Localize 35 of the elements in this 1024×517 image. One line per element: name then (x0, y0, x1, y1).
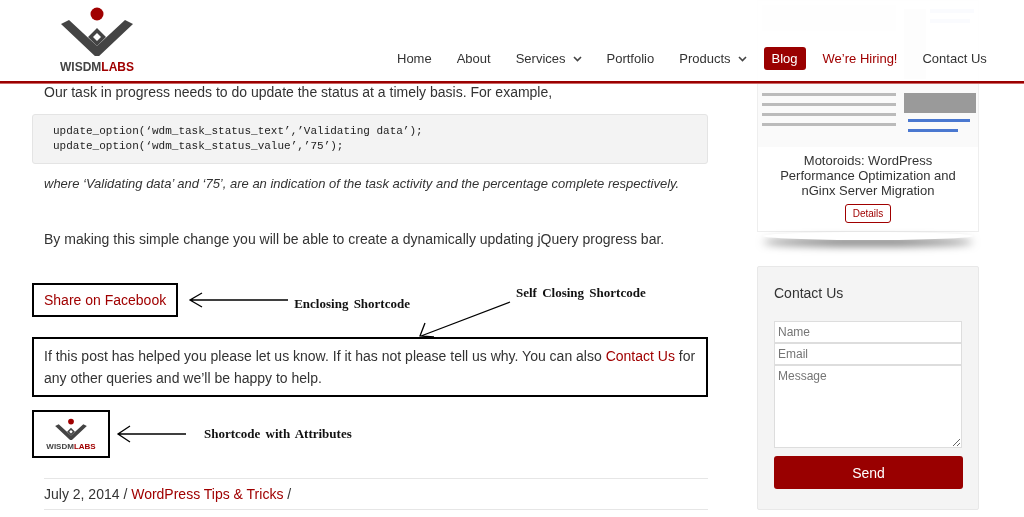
logo-wordmark: WISDMLABS (60, 60, 134, 74)
paragraph-text: If this post has helped you please let us know. If it has not please tell us why. You can also Contact Us for any other queries and we’ll be happy to help. (44, 347, 696, 388)
nav-link[interactable]: Blog (763, 47, 806, 70)
message-field[interactable]: Message (774, 365, 962, 448)
chevron-icon (572, 55, 582, 62)
arrow-icon (116, 425, 186, 443)
input-field[interactable]: Name (774, 321, 962, 343)
send-button[interactable]: Send (774, 456, 963, 489)
nav-link[interactable]: About (448, 47, 499, 70)
annotation-label: Enclosing Shortcode (294, 296, 410, 312)
paragraph-text: By making this simple change you will be able to create a dynamically updating jQuery progress bar. (44, 231, 666, 247)
nav-link[interactable]: Products (671, 47, 755, 70)
details-button[interactable]: Details (844, 204, 892, 223)
contact-link[interactable]: Contact Us (605, 348, 675, 364)
nav-link[interactable]: Services (507, 47, 590, 70)
paragraph-text: Our task in progress needs to do update the status at a timely basis. For example, (44, 84, 554, 100)
card-title: Motoroids: WordPress Performance Optimization and nGinx Server Migration (779, 153, 957, 198)
post-meta: July 2, 2014 / WordPress Tips & Tricks / (44, 486, 293, 502)
nav-link[interactable]: Contact Us (914, 47, 995, 70)
nav-link[interactable]: Home (389, 47, 440, 70)
logo-icon (59, 6, 135, 56)
logo-wordmark: WISDMLABS (46, 441, 96, 451)
nav-link[interactable]: We’re Hiring! (814, 47, 906, 70)
annotation-label: Shortcode with Attributes (204, 426, 352, 442)
code-block: update_option(‘wdm_task_status_text’,’Validating data’); update_option(‘wdm_task_status_value’,’75’); (32, 114, 708, 164)
arrow-icon (188, 292, 289, 308)
panel-title: Contact Us (774, 285, 845, 301)
input-field[interactable]: Email (774, 343, 962, 365)
chevron-icon (737, 55, 747, 62)
logo-icon (54, 417, 88, 440)
annotation-label: Self Closing Shortcode (516, 285, 646, 301)
category-link[interactable]: WordPress Tips & Tricks (131, 486, 284, 502)
nav-link[interactable]: Portfolio (598, 47, 663, 70)
paragraph-text: where ‘Validating data’ and ‘75’, are an indication of the task activity and the percentage complete respectively. (44, 176, 681, 191)
share-link[interactable]: Share on Facebook (44, 292, 167, 308)
